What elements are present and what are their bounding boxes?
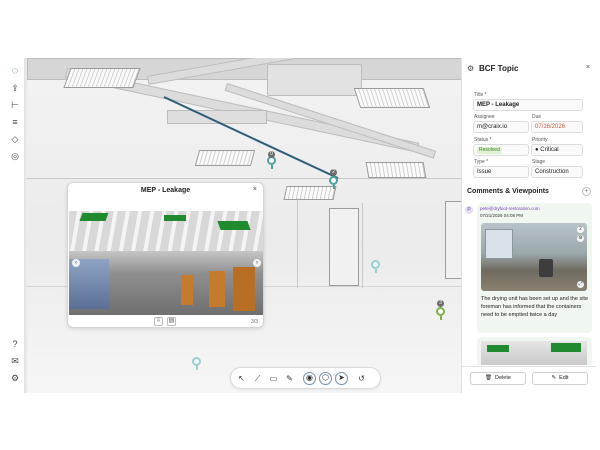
- measure-icon[interactable]: ⟋: [251, 372, 264, 385]
- camera-icon[interactable]: ◉: [303, 371, 316, 385]
- issue-marker[interactable]: [371, 260, 380, 273]
- app-logo[interactable]: ◌: [8, 64, 22, 78]
- marker-count-badge: 2: [330, 169, 337, 176]
- photo-window: [485, 229, 513, 259]
- avatar: P: [465, 206, 473, 214]
- reset-icon[interactable]: ↺: [355, 372, 368, 385]
- markup-icon[interactable]: ✎: [283, 372, 296, 385]
- pencil-icon: ✎: [551, 375, 557, 381]
- bcf-topic-panel: ⚙ BCF Topic × Title * MEP - Leakage Assi…: [461, 58, 596, 393]
- type-field[interactable]: Issue: [473, 166, 529, 178]
- help-icon[interactable]: ?: [8, 337, 22, 351]
- shapes-icon[interactable]: ◇: [8, 132, 22, 146]
- edit-button[interactable]: ✎ Edit: [532, 372, 588, 385]
- title-label: Title *: [474, 92, 487, 98]
- cube-icon[interactable]: ⬡: [319, 371, 332, 385]
- trash-icon: 🗑: [485, 375, 493, 381]
- target-icon[interactable]: ◎: [8, 149, 22, 163]
- door: [329, 208, 359, 286]
- panel-title: BCF Topic: [479, 64, 519, 73]
- due-date-field[interactable]: 07/16/2026: [531, 121, 583, 133]
- photo-settings-icon[interactable]: ⚙: [577, 235, 584, 242]
- issue-marker[interactable]: [329, 176, 338, 189]
- status-label: Status *: [474, 137, 492, 143]
- priority-field[interactable]: ● Critical: [531, 144, 583, 156]
- bcf-header: ⚙ BCF Topic ×: [462, 58, 596, 80]
- priority-label: Priority: [532, 137, 548, 143]
- photo-green-panel: [487, 345, 509, 352]
- stage-label: Stage: [532, 159, 546, 165]
- column-edge: [297, 198, 298, 288]
- wall-edge: [27, 178, 482, 179]
- comments-heading: Comments & Viewpoints: [467, 188, 549, 195]
- delete-label: Delete: [495, 375, 511, 381]
- photo-expand-icon[interactable]: ⤢: [577, 281, 584, 288]
- viewpoint-actions: ⇩ ▤: [154, 317, 176, 326]
- comment-text: The drying unit has been set up and the …: [481, 296, 589, 318]
- clipboard-icon[interactable]: ▤: [167, 317, 176, 326]
- close-icon[interactable]: ×: [253, 186, 257, 193]
- bcf-footer: 🗑 Delete ✎ Edit: [462, 366, 596, 393]
- edit-label: Edit: [559, 375, 569, 381]
- ceiling-light: [63, 68, 141, 88]
- comment-card: pete@dryfoot-restoration.com 07/21/2026 …: [477, 203, 592, 333]
- snapshot-door: [181, 275, 193, 305]
- photo-green-panel: [551, 343, 581, 352]
- close-icon[interactable]: ×: [586, 64, 590, 71]
- status-field[interactable]: Resolved: [473, 144, 529, 156]
- status-badge: Resolved: [477, 147, 502, 154]
- snapshot-green-panel: [217, 221, 251, 230]
- viewpoint-page-counter: 3/3: [251, 319, 258, 325]
- left-toolbar: ◌ ⇪ ⊢ ≡ ◇ ◎ ? ✉ ⚙: [5, 58, 25, 393]
- snapshot-green-panel: [164, 215, 186, 221]
- ceiling-light: [353, 88, 431, 108]
- snapshot-door: [209, 271, 225, 307]
- gear-icon[interactable]: ⚙: [467, 64, 474, 73]
- select-icon[interactable]: ↖: [235, 372, 248, 385]
- title-field[interactable]: MEP - Leakage: [473, 99, 583, 111]
- due-label: Due: [532, 114, 542, 120]
- snapshot-green-panel: [79, 213, 109, 221]
- issue-marker[interactable]: [192, 357, 201, 370]
- assignee-field[interactable]: m@craix.io: [473, 121, 529, 133]
- marker-count-badge: 3: [437, 300, 444, 307]
- ceiling-light: [283, 186, 337, 200]
- assignee-label: Assignee: [474, 114, 495, 120]
- upload-icon[interactable]: ⇪: [8, 81, 22, 95]
- comment-author-email[interactable]: pete@dryfoot-restoration.com: [480, 206, 540, 211]
- ceiling-light: [365, 162, 427, 178]
- next-icon[interactable]: ›: [253, 259, 261, 267]
- photo-equipment: [539, 259, 553, 277]
- settings-icon[interactable]: ⚙: [8, 371, 22, 385]
- bottom-toolbar: ↖ ⟋ ▭ ✎ ◉ ⬡ ➤ ↺: [230, 367, 381, 389]
- issue-marker[interactable]: [436, 307, 445, 320]
- comment-card: [477, 337, 592, 365]
- column-edge: [362, 203, 363, 288]
- comment-photo[interactable]: [481, 341, 587, 365]
- type-label: Type *: [474, 159, 489, 165]
- stage-field[interactable]: Construction: [531, 166, 583, 178]
- marker-count-badge: 0: [268, 151, 275, 158]
- navigate-icon[interactable]: ➤: [335, 371, 348, 385]
- comment-photo[interactable]: 2 ⚙ ⤢: [481, 223, 587, 291]
- hierarchy-icon[interactable]: ⊢: [8, 98, 22, 112]
- delete-button[interactable]: 🗑 Delete: [470, 372, 526, 385]
- comment-timestamp: 07/21/2026 04:08 PM: [480, 213, 524, 218]
- viewpoint-snapshot[interactable]: ‹ ›: [69, 211, 263, 315]
- viewpoint-popup: MEP - Leakage × ‹ › ⇩ ▤ 3/3: [67, 182, 264, 328]
- previous-icon[interactable]: ‹: [72, 259, 80, 267]
- add-comment-button[interactable]: +: [582, 187, 591, 196]
- ceiling-light: [194, 150, 256, 166]
- snapshot-door: [233, 267, 255, 311]
- photo-counter-icon[interactable]: 2: [577, 226, 584, 233]
- viewpoint-title: MEP - Leakage: [140, 187, 191, 194]
- layers-icon[interactable]: ≡: [8, 115, 22, 129]
- app-window: 0 2 3 ◌ ⇪ ⊢ ≡ ◇ ◎ ? ✉ ⚙ MEP - Leakage ×: [5, 58, 596, 393]
- section-icon[interactable]: ▭: [267, 372, 280, 385]
- mail-icon[interactable]: ✉: [8, 354, 22, 368]
- download-icon[interactable]: ⇩: [154, 317, 163, 326]
- air-duct: [267, 64, 362, 96]
